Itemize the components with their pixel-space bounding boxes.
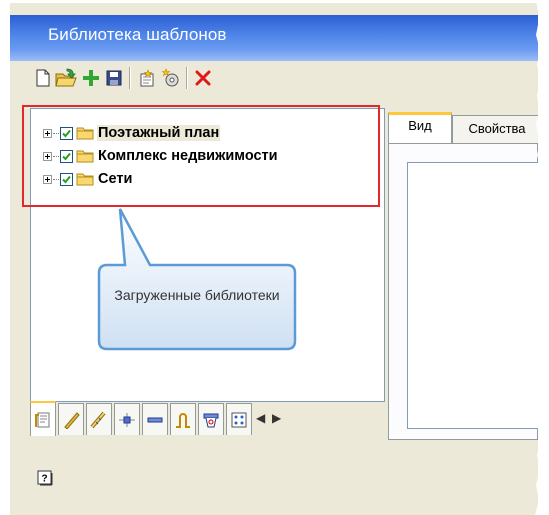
floor-plan-tab-icon[interactable] <box>30 401 56 436</box>
tab-properties-label: Свойства <box>468 121 526 136</box>
title-bar: Библиотека шаблонов <box>10 15 538 61</box>
preview-panel: Вид Свойства <box>388 112 538 440</box>
scroll-left-icon[interactable]: ◀ <box>256 411 265 425</box>
segment-tab-icon[interactable] <box>142 403 168 435</box>
library-tab-strip: ◀ ▶ <box>30 401 376 439</box>
open-folder-icon[interactable] <box>55 67 77 89</box>
help-icon[interactable]: ? <box>37 470 53 486</box>
tab-view[interactable]: Вид <box>388 112 452 143</box>
callout-bubble <box>97 208 297 351</box>
toolbar-separator <box>186 67 188 89</box>
loaded-libraries-highlight <box>22 105 380 207</box>
new-item-icon[interactable] <box>136 67 158 89</box>
save-icon[interactable] <box>103 67 125 89</box>
svg-text:?: ? <box>41 474 47 485</box>
add-icon[interactable] <box>80 67 102 89</box>
toolbar-separator <box>129 67 131 89</box>
grid-tab-icon[interactable] <box>226 403 252 435</box>
window-title: Библиотека шаблонов <box>48 25 227 44</box>
toolbar <box>10 61 538 95</box>
preview-area <box>407 162 538 429</box>
junction-tab-icon[interactable] <box>114 403 140 435</box>
new-item-settings-icon[interactable] <box>160 67 182 89</box>
fixture-tab-icon[interactable] <box>198 403 224 435</box>
tab-properties[interactable]: Свойства <box>452 115 538 143</box>
ruler-tab-icon[interactable] <box>58 403 84 435</box>
pipe-tab-icon[interactable] <box>86 403 112 435</box>
scroll-right-icon[interactable]: ▶ <box>272 411 281 425</box>
tab-view-label: Вид <box>408 118 432 133</box>
tab-content <box>388 143 538 440</box>
callout-text: Загруженные библиотеки <box>114 287 280 303</box>
torn-edge <box>535 0 549 515</box>
delete-icon[interactable] <box>192 67 214 89</box>
new-file-icon[interactable] <box>32 67 54 89</box>
arc-tab-icon[interactable] <box>170 403 196 435</box>
